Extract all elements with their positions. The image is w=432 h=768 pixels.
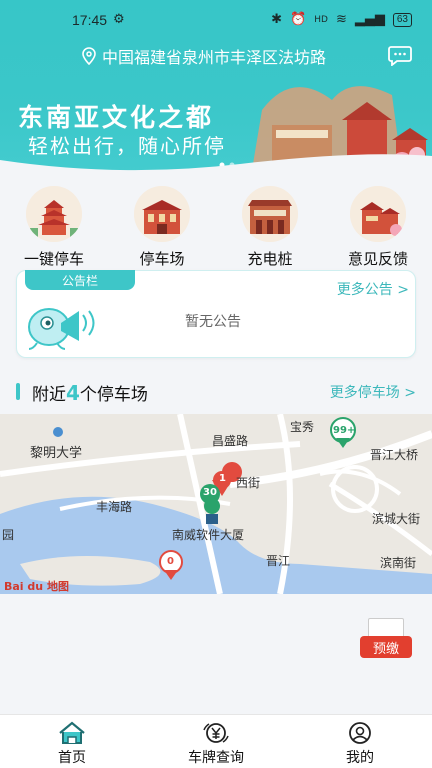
battery-icon: 63 [392,12,412,27]
nav-item-plate-query[interactable]: 车牌查询 [144,715,288,768]
status-icons: ✱ ⏰ HD ≋ ▂▄▆ 63 [271,12,412,27]
marker-label-99plus: 99+ [333,425,356,436]
map-label-jinjiang: 晋江 [266,554,291,568]
bluetooth-icon: ✱ [271,12,283,27]
receipt-icon [368,618,404,638]
signal-icon: ▂▄▆ [354,12,385,27]
quick-menu: 一键停车 停车场 充电桩 意见反馈 [0,178,432,270]
header-wave [0,154,432,178]
mascot-megaphone-icon [28,308,95,350]
pagoda-icon [26,186,82,242]
nav-label: 首页 [58,750,86,766]
bottom-nav: 首页 车牌查询 我的 [0,714,432,768]
map-label-xijie: 西街 [236,476,261,490]
home-icon [59,721,85,744]
marker-label-30: 30 [203,487,217,498]
nearby-suffix: 个停车场 [79,385,148,405]
map-label-binnan-street: 滨南街 [380,556,417,570]
nav-item-home[interactable]: 首页 [0,715,144,768]
map-label-fenghai-road: 丰海路 [96,500,133,514]
quick-item-feedback[interactable]: 意见反馈 [324,178,432,270]
quick-label: 停车场 [139,250,185,268]
message-icon[interactable] [388,44,412,66]
charging-building-icon [242,186,298,242]
parking-building-icon [134,186,190,242]
map-label-bincheng-street: 滨城大街 [372,512,421,526]
banner-title: 东南亚文化之都 [18,103,215,132]
nav-label: 我的 [346,750,374,766]
nav-label: 车牌查询 [188,750,244,766]
signal-hd-label: HD [314,14,328,25]
baidu-map-logo: Bai du 地图 [4,580,69,593]
alarm-icon: ⏰ [290,12,307,27]
quick-item-parking-lot[interactable]: 停车场 [108,178,216,270]
quick-label: 一键停车 [23,250,84,268]
map-label-jinjiang-bridge: 晋江大桥 [370,448,419,462]
map-label-yuan: 园 [2,528,15,542]
nearby-section-header: 附近4个停车场 更多停车场 > [0,378,432,406]
more-notices-link[interactable]: 更多公告 > [337,279,409,299]
status-time: 17:45 [72,12,108,28]
prepay-button[interactable]: 预缴 [360,618,412,658]
yen-plate-icon [203,723,229,743]
marker-label-1: 1 [219,473,226,484]
map-label-changsheng-road: 昌盛路 [212,434,249,448]
wifi-icon: ≋ [335,12,347,27]
gear-icon: ⚙ [113,12,125,27]
quick-item-charging[interactable]: 充电桩 [216,178,324,270]
location-pin-icon [82,47,96,65]
location-text: 中国福建省泉州市丰泽区法坊路 [102,48,327,67]
quick-label: 充电桩 [247,250,293,268]
nearby-map[interactable]: 宝秀 昌盛路 黎明大学 晋江大桥 西街 丰海路 南威软件大厦 滨城大街 滨南街 … [0,414,432,594]
map-label-nanwei-building: 南威软件大厦 [172,528,245,542]
feedback-building-icon [350,186,406,242]
map-label-liming-university: 黎明大学 [30,446,83,461]
status-bar: 17:45 ⚙ ✱ ⏰ HD ≋ ▂▄▆ 63 [0,0,432,38]
prepay-label: 预缴 [360,636,412,658]
map-label-baoxiu: 宝秀 [290,420,315,434]
more-parking-link[interactable]: 更多停车场 > [330,382,416,402]
notice-tab: 公告栏 [25,270,135,290]
section-accent-bar [16,383,20,400]
quick-item-one-key-parking[interactable]: 一键停车 [0,178,108,270]
location-selector[interactable]: 中国福建省泉州市丰泽区法坊路 [82,44,326,68]
header-banner: 17:45 ⚙ ✱ ⏰ HD ≋ ▂▄▆ 63 中国福建省泉州市丰泽区法坊路 东… [0,0,432,178]
notice-empty-text: 暂无公告 [185,314,241,330]
nearby-prefix: 附近 [32,385,66,405]
nav-item-mine[interactable]: 我的 [288,715,432,768]
user-icon [349,722,371,744]
notice-board: 公告栏 更多公告 > 暂无公告 [16,270,416,358]
nearby-title: 附近4个停车场 [32,380,148,405]
marker-label-0: 0 [167,556,174,567]
nearby-count: 4 [66,381,80,405]
quick-label: 意见反馈 [347,250,408,268]
